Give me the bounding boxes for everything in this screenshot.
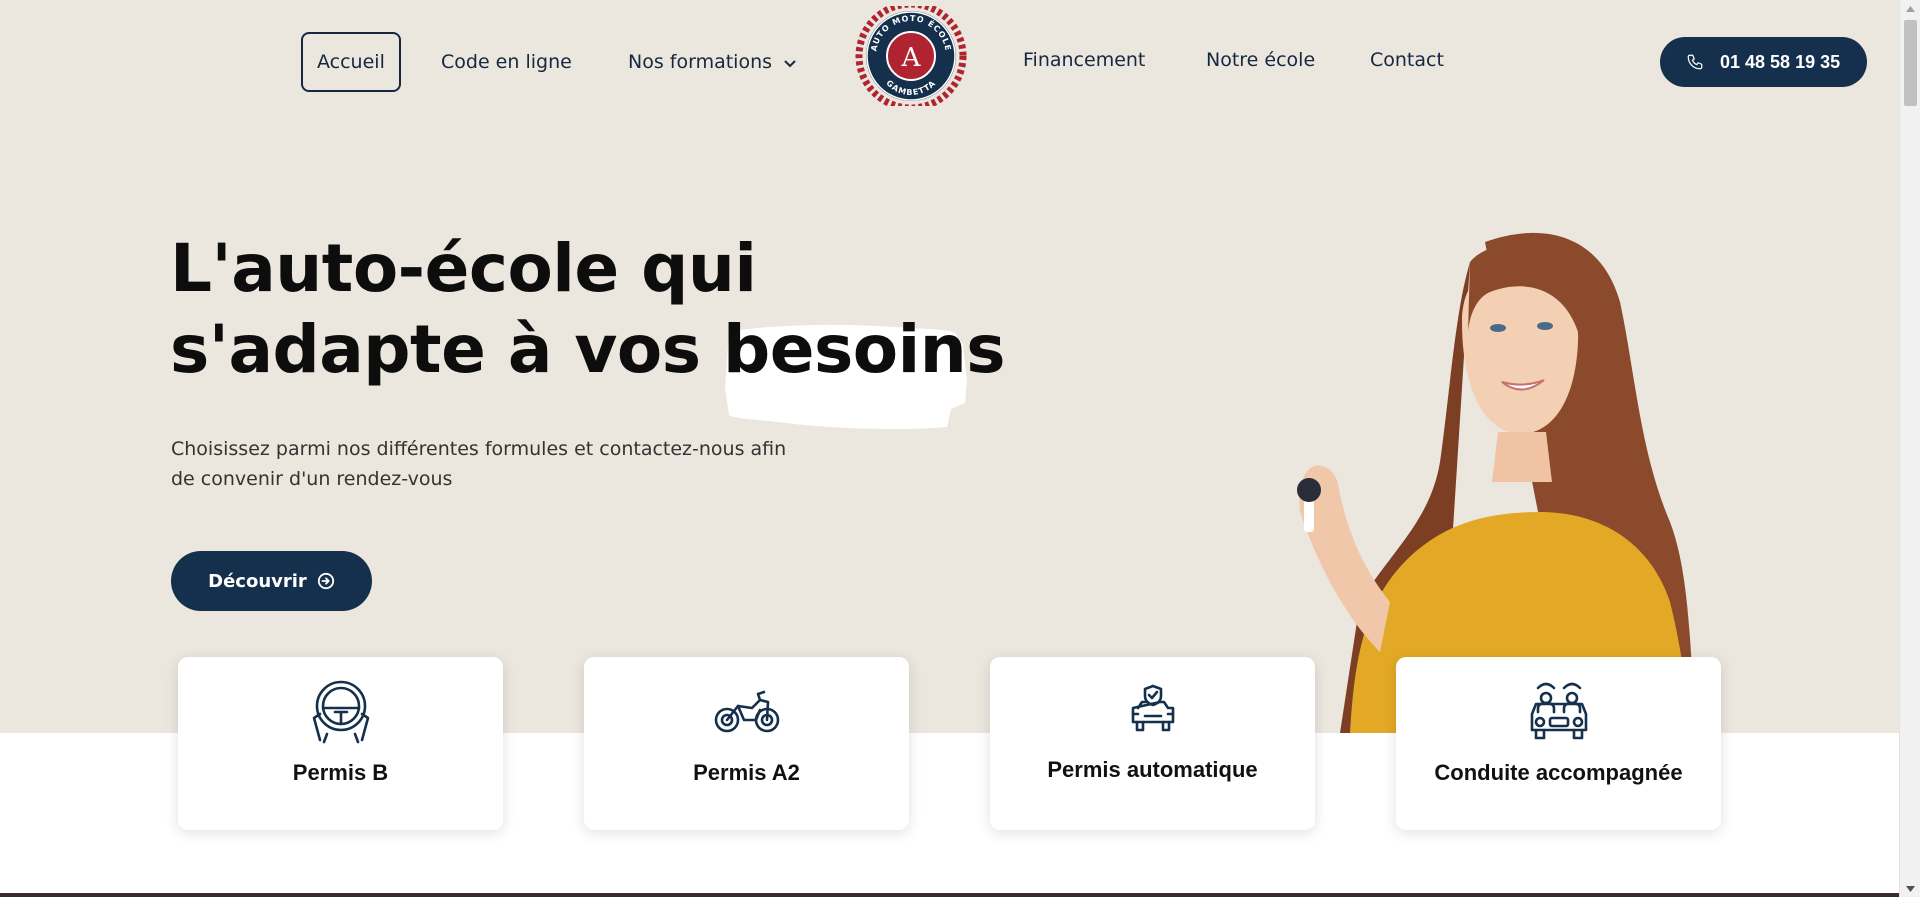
arrow-circle-right-icon — [317, 572, 335, 590]
nav-notre-ecole-label: Notre école — [1206, 49, 1316, 71]
steering-wheel-icon — [308, 674, 374, 748]
chevron-down-icon — [784, 51, 796, 73]
headline-line-1: L'auto-école qui — [170, 230, 757, 307]
motorcycle-icon — [714, 674, 780, 748]
nav-financement-label: Financement — [1023, 49, 1146, 71]
headline-line-2: s'adapte à vos besoins — [170, 309, 1006, 430]
headline-line-2-start: s'adapte à vos — [170, 311, 701, 388]
nav-financement[interactable]: Financement — [1023, 30, 1145, 90]
logo[interactable]: A AUTO MOTO ÉCOLE GAMBETTA — [854, 0, 968, 112]
scroll-up-arrow-icon[interactable] — [1900, 0, 1920, 17]
vertical-scrollbar[interactable] — [1899, 0, 1920, 897]
card-conduite-accompagnee[interactable]: Conduite accompagnée — [1396, 657, 1721, 830]
nav-accueil[interactable]: Accueil — [301, 32, 401, 92]
nav-notre-ecole[interactable]: Notre école — [1206, 30, 1315, 90]
nav-formations-label: Nos formations — [628, 51, 773, 73]
card-permis-a2[interactable]: Permis A2 — [584, 657, 909, 830]
nav-code-en-ligne[interactable]: Code en ligne — [441, 32, 572, 92]
hero-subtitle: Choisissez parmi nos différentes formule… — [171, 438, 787, 490]
phone-number: 01 48 58 19 35 — [1720, 51, 1841, 72]
logo-monogram: A — [901, 43, 922, 73]
phone-icon — [1686, 53, 1704, 71]
two-drivers-car-icon — [1526, 674, 1592, 748]
scrollbar-thumb[interactable] — [1904, 20, 1917, 106]
headline-highlight-text: besoins — [723, 311, 1006, 388]
nav-contact[interactable]: Contact — [1370, 30, 1444, 90]
nav-code-label: Code en ligne — [441, 51, 572, 73]
card-conduite-accompagnee-label: Conduite accompagnée — [1434, 760, 1683, 785]
page: Accueil Code en ligne Nos formations A A… — [0, 0, 1899, 897]
card-permis-b-label: Permis B — [292, 760, 389, 785]
next-section-edge — [0, 893, 1899, 897]
hero-headline: L'auto-école qui s'adapte à vos besoins — [170, 228, 1006, 430]
discover-button[interactable]: Découvrir — [171, 551, 372, 611]
scroll-down-arrow-icon[interactable] — [1900, 880, 1920, 897]
card-permis-automatique[interactable]: Permis automatique — [990, 657, 1315, 830]
card-permis-a2-label: Permis A2 — [693, 760, 800, 785]
car-shield-icon — [1128, 672, 1178, 746]
nav-contact-label: Contact — [1370, 49, 1444, 71]
headline-highlight: besoins — [723, 309, 1006, 430]
discover-label: Découvrir — [208, 570, 307, 592]
card-permis-automatique-label: Permis automatique — [1047, 757, 1258, 782]
card-permis-b[interactable]: Permis B — [178, 657, 503, 830]
nav-nos-formations[interactable]: Nos formations — [628, 32, 796, 92]
phone-button[interactable]: 01 48 58 19 35 — [1660, 37, 1867, 87]
nav-accueil-label: Accueil — [317, 51, 385, 73]
